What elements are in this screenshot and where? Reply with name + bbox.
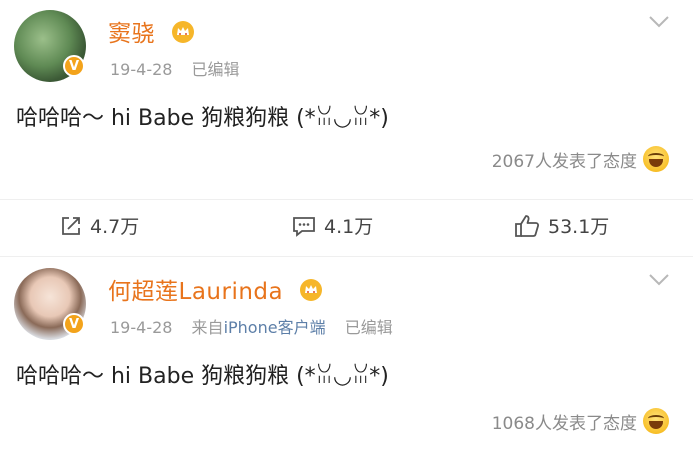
reactions-summary[interactable]: 2067人发表了态度 bbox=[492, 146, 669, 172]
crown-icon bbox=[171, 21, 194, 43]
post-1: V 窦骁 19-4-28 已编辑 哈哈哈～ hi Babe 狗粮狗粮 (*ꈍ◡ꈍ… bbox=[0, 0, 693, 196]
share-icon bbox=[62, 216, 80, 235]
chevron-down-icon[interactable] bbox=[647, 272, 671, 288]
post-meta: 19-4-28 来自iPhone客户端 已编辑 bbox=[110, 314, 407, 338]
username-text[interactable]: 窦骁 bbox=[108, 21, 155, 47]
comment-icon bbox=[293, 216, 315, 237]
post-date: 19-4-28 bbox=[110, 60, 173, 79]
share-count: 4.7万 bbox=[90, 216, 140, 238]
username[interactable]: 窦骁 bbox=[108, 14, 195, 48]
laugh-emoji-icon bbox=[643, 408, 669, 434]
reactions-text: 1068人发表了态度 bbox=[491, 413, 637, 434]
post-meta: 19-4-28 已编辑 bbox=[110, 56, 254, 80]
chevron-down-icon[interactable] bbox=[647, 14, 671, 30]
post-2: V 何超莲Laurinda 19-4-28 来自iPhone客户端 已编辑 哈哈… bbox=[0, 258, 693, 451]
like-icon bbox=[515, 214, 540, 237]
username-text[interactable]: 何超莲Laurinda bbox=[108, 279, 283, 305]
like-count: 53.1万 bbox=[548, 216, 610, 238]
comment-button[interactable]: 4.1万 bbox=[292, 212, 373, 239]
post-date: 19-4-28 bbox=[110, 318, 173, 337]
like-button[interactable]: 53.1万 bbox=[514, 212, 609, 239]
edited-label: 已编辑 bbox=[191, 60, 240, 79]
verified-badge-icon: V bbox=[63, 313, 85, 335]
post-content: 哈哈哈～ hi Babe 狗粮狗粮 (*ꈍ◡ꈍ*) bbox=[16, 364, 389, 389]
comment-count: 4.1万 bbox=[324, 216, 374, 238]
edited-label: 已编辑 bbox=[344, 318, 393, 337]
laugh-emoji-icon bbox=[643, 146, 669, 172]
source-suffix[interactable]: 客户端 bbox=[278, 318, 326, 337]
action-bar: 4.7万 4.1万 53.1万 bbox=[0, 200, 693, 256]
crown-icon bbox=[299, 279, 322, 301]
reactions-text: 2067人发表了态度 bbox=[491, 151, 637, 172]
reactions-summary[interactable]: 1068人发表了态度 bbox=[492, 408, 669, 434]
source-prefix: 来自 bbox=[191, 318, 224, 337]
share-button[interactable]: 4.7万 bbox=[60, 212, 139, 239]
source-app-link[interactable]: iPhone bbox=[224, 318, 278, 337]
divider bbox=[0, 256, 693, 257]
verified-badge-icon: V bbox=[63, 55, 85, 77]
post-content: 哈哈哈～ hi Babe 狗粮狗粮 (*ꈍ◡ꈍ*) bbox=[16, 106, 389, 131]
username[interactable]: 何超莲Laurinda bbox=[108, 272, 323, 306]
